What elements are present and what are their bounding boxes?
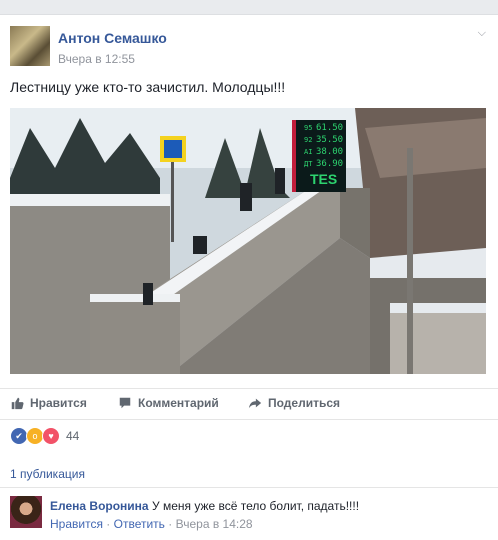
comment-button[interactable]: Комментарий [118,396,219,410]
like-button[interactable]: Нравится [10,396,87,410]
photo-scene: 95 61.50 92 35.50 AI 38.00 ДТ 36.90 TES [10,108,486,374]
post-actions-bar: Нравится Комментарий Поделиться [0,388,498,420]
sign-label-3: AI [304,148,312,156]
share-button[interactable]: Поделиться [248,396,340,410]
share-label: Поделиться [268,396,341,410]
comment-reply-link[interactable]: Ответить [114,517,165,531]
sign-label-1: 95 [304,124,312,132]
like-label: Нравится [30,396,87,410]
share-icon [248,398,262,409]
post-text: Лестницу уже кто-то зачистил. Молодцы!!! [10,79,286,95]
thumbs-up-icon [11,397,24,410]
comment-timestamp[interactable]: Вчера в 14:28 [176,517,253,531]
commenter-avatar[interactable] [10,496,42,528]
sign-price-4: 36.90 [316,159,343,169]
reactions-count: 44 [66,429,80,443]
author-avatar[interactable] [10,26,50,66]
commenter-name[interactable]: Елена Воронина [50,499,149,513]
sign-price-3: 38.00 [316,147,343,157]
divider [0,487,498,488]
sign-brand: TES [310,171,337,187]
comment-label: Комментарий [138,396,219,410]
comment-text: У меня уже всё тело болит, падать!!!! [152,499,360,513]
author-name[interactable]: Антон Семашко [58,30,167,46]
love-reaction-icon: ♥ [42,427,60,445]
shares-count[interactable]: 1 публикация [10,467,85,481]
comment-meta: Нравится · Ответить · Вчера в 14:28 [50,517,253,531]
comment-like-link[interactable]: Нравится [50,517,103,531]
sign-price-2: 35.50 [316,135,343,145]
chevron-down-icon[interactable]: ⌵ [478,27,486,40]
reactions-summary[interactable]: ✔ o ♥ 44 [10,427,79,445]
comment-icon [119,397,131,409]
post-photo[interactable]: 95 61.50 92 35.50 AI 38.00 ДТ 36.90 TES [10,108,486,374]
sign-price-1: 61.50 [316,123,343,133]
post-timestamp[interactable]: Вчера в 12:55 [58,52,135,66]
post-card: Антон Семашко Вчера в 12:55 ⌵ Лестницу у… [0,14,498,540]
sign-label-2: 92 [304,136,312,144]
sign-label-4: ДТ [304,160,313,168]
